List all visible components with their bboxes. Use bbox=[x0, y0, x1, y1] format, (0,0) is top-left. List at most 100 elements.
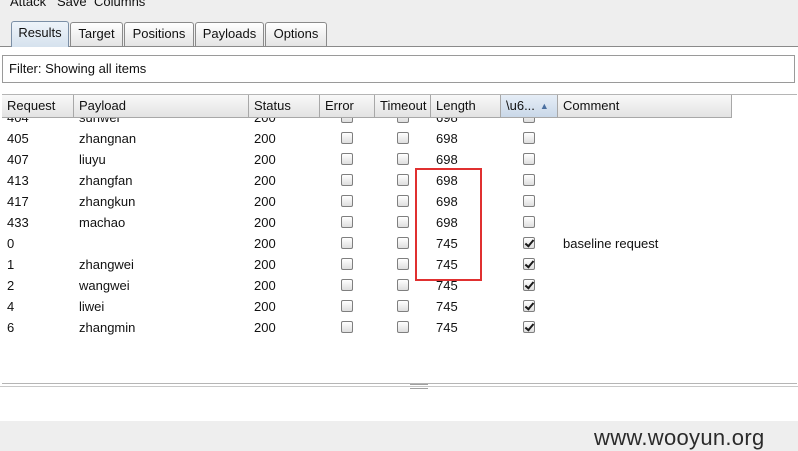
u6-checkbox[interactable] bbox=[523, 300, 535, 312]
table-row[interactable]: 405 zhangnan 200 698 bbox=[2, 128, 732, 149]
timeout-checkbox[interactable] bbox=[397, 279, 409, 291]
timeout-checkbox[interactable] bbox=[397, 153, 409, 165]
u6-checkbox[interactable] bbox=[523, 258, 535, 270]
cell-comment bbox=[558, 170, 563, 191]
tab-positions[interactable]: Positions bbox=[124, 22, 194, 46]
table-row[interactable]: 0 200 745 baseline request bbox=[2, 233, 732, 254]
tab-payloads[interactable]: Payloads bbox=[195, 22, 264, 46]
cell-payload: zhangfan bbox=[79, 173, 133, 188]
cell-length: 698 bbox=[436, 131, 458, 146]
u6-checkbox[interactable] bbox=[523, 132, 535, 144]
cell-status: 200 bbox=[254, 152, 276, 167]
cell-status: 200 bbox=[249, 118, 276, 128]
tab-strip: Results Target Positions Payloads Option… bbox=[0, 18, 798, 47]
cell-request: 405 bbox=[7, 131, 29, 146]
cell-length: 745 bbox=[436, 257, 458, 272]
timeout-checkbox[interactable] bbox=[397, 174, 409, 186]
table-row[interactable]: 1 zhangwei 200 745 bbox=[2, 254, 732, 275]
timeout-checkbox[interactable] bbox=[397, 216, 409, 228]
tab-results[interactable]: Results bbox=[11, 21, 69, 47]
cell-length: 745 bbox=[436, 299, 458, 314]
error-checkbox[interactable] bbox=[341, 300, 353, 312]
error-checkbox[interactable] bbox=[341, 174, 353, 186]
cell-comment bbox=[558, 254, 563, 275]
table-row[interactable]: 417 zhangkun 200 698 bbox=[2, 191, 732, 212]
cell-length: 698 bbox=[431, 118, 458, 128]
cell-status: 200 bbox=[254, 278, 276, 293]
cell-request: 433 bbox=[7, 215, 29, 230]
cell-comment bbox=[558, 149, 563, 170]
table-row[interactable]: 6 zhangmin 200 745 bbox=[2, 317, 732, 338]
error-checkbox[interactable] bbox=[341, 118, 353, 123]
u6-checkbox[interactable] bbox=[523, 279, 535, 291]
cell-request: 404 bbox=[2, 118, 29, 128]
u6-checkbox[interactable] bbox=[523, 321, 535, 333]
error-checkbox[interactable] bbox=[341, 279, 353, 291]
menu-item-save[interactable]: Save bbox=[57, 0, 87, 9]
u6-checkbox[interactable] bbox=[523, 216, 535, 228]
tab-options[interactable]: Options bbox=[265, 22, 327, 46]
cell-length: 745 bbox=[436, 236, 458, 251]
cell-payload bbox=[74, 233, 79, 254]
column-header-length[interactable]: Length bbox=[431, 95, 501, 117]
u6-checkbox[interactable] bbox=[523, 118, 535, 123]
table-row[interactable]: 407 liuyu 200 698 bbox=[2, 149, 732, 170]
timeout-checkbox[interactable] bbox=[397, 300, 409, 312]
timeout-checkbox[interactable] bbox=[397, 195, 409, 207]
cell-request: 0 bbox=[7, 236, 15, 251]
cell-status: 200 bbox=[254, 194, 276, 209]
cell-status: 200 bbox=[254, 299, 276, 314]
results-table: Request Payload Status Error Timeout Len… bbox=[2, 94, 797, 384]
cell-comment: baseline request bbox=[563, 236, 659, 251]
timeout-checkbox[interactable] bbox=[397, 258, 409, 270]
error-checkbox[interactable] bbox=[341, 321, 353, 333]
timeout-checkbox[interactable] bbox=[397, 132, 409, 144]
table-row[interactable]: 4 liwei 200 745 bbox=[2, 296, 732, 317]
cell-payload: zhangmin bbox=[79, 320, 136, 335]
timeout-checkbox[interactable] bbox=[397, 118, 409, 123]
table-row[interactable]: 404 sunwei 200 698 bbox=[2, 118, 732, 128]
u6-checkbox[interactable] bbox=[523, 153, 535, 165]
tab-target[interactable]: Target bbox=[70, 22, 123, 46]
error-checkbox[interactable] bbox=[341, 216, 353, 228]
menu-item-columns[interactable]: Columns bbox=[94, 0, 145, 9]
timeout-checkbox[interactable] bbox=[397, 237, 409, 249]
column-header-comment[interactable]: Comment bbox=[558, 95, 732, 117]
error-checkbox[interactable] bbox=[341, 195, 353, 207]
error-checkbox[interactable] bbox=[341, 258, 353, 270]
cell-comment bbox=[558, 317, 563, 338]
column-header-payload[interactable]: Payload bbox=[74, 95, 249, 117]
u6-checkbox[interactable] bbox=[523, 237, 535, 249]
u6-checkbox[interactable] bbox=[523, 174, 535, 186]
column-header-request[interactable]: Request bbox=[2, 95, 74, 117]
error-checkbox[interactable] bbox=[341, 237, 353, 249]
menu-item-attack[interactable]: Attack bbox=[10, 0, 46, 9]
column-header-status[interactable]: Status bbox=[249, 95, 320, 117]
u6-checkbox[interactable] bbox=[523, 195, 535, 207]
cell-payload: sunwei bbox=[74, 118, 119, 128]
error-checkbox[interactable] bbox=[341, 153, 353, 165]
error-checkbox[interactable] bbox=[341, 132, 353, 144]
menu-bar: Attack Save Columns bbox=[0, 0, 798, 10]
cell-length: 698 bbox=[436, 152, 458, 167]
cell-comment bbox=[558, 275, 563, 296]
cell-comment bbox=[558, 128, 563, 149]
cell-request: 2 bbox=[7, 278, 15, 293]
cell-comment bbox=[558, 118, 563, 128]
column-header-timeout[interactable]: Timeout bbox=[375, 95, 431, 117]
cell-length: 698 bbox=[436, 194, 458, 209]
column-header-u6[interactable]: \u6... ▲ bbox=[501, 95, 558, 117]
table-body: 404 sunwei 200 698 405 zhangnan 200 698 407 liuyu… bbox=[2, 118, 732, 381]
timeout-checkbox[interactable] bbox=[397, 321, 409, 333]
table-row[interactable]: 413 zhangfan 200 698 bbox=[2, 170, 732, 191]
cell-length: 745 bbox=[436, 320, 458, 335]
column-header-error[interactable]: Error bbox=[320, 95, 375, 117]
table-row[interactable]: 2 wangwei 200 745 bbox=[2, 275, 732, 296]
cell-payload: zhangkun bbox=[79, 194, 136, 209]
cell-status: 200 bbox=[254, 236, 276, 251]
filter-bar[interactable]: Filter: Showing all items bbox=[2, 55, 795, 83]
cell-length: 745 bbox=[436, 278, 458, 293]
pane-divider bbox=[0, 386, 798, 387]
table-row[interactable]: 433 machao 200 698 bbox=[2, 212, 732, 233]
sort-ascending-icon: ▲ bbox=[539, 101, 549, 111]
